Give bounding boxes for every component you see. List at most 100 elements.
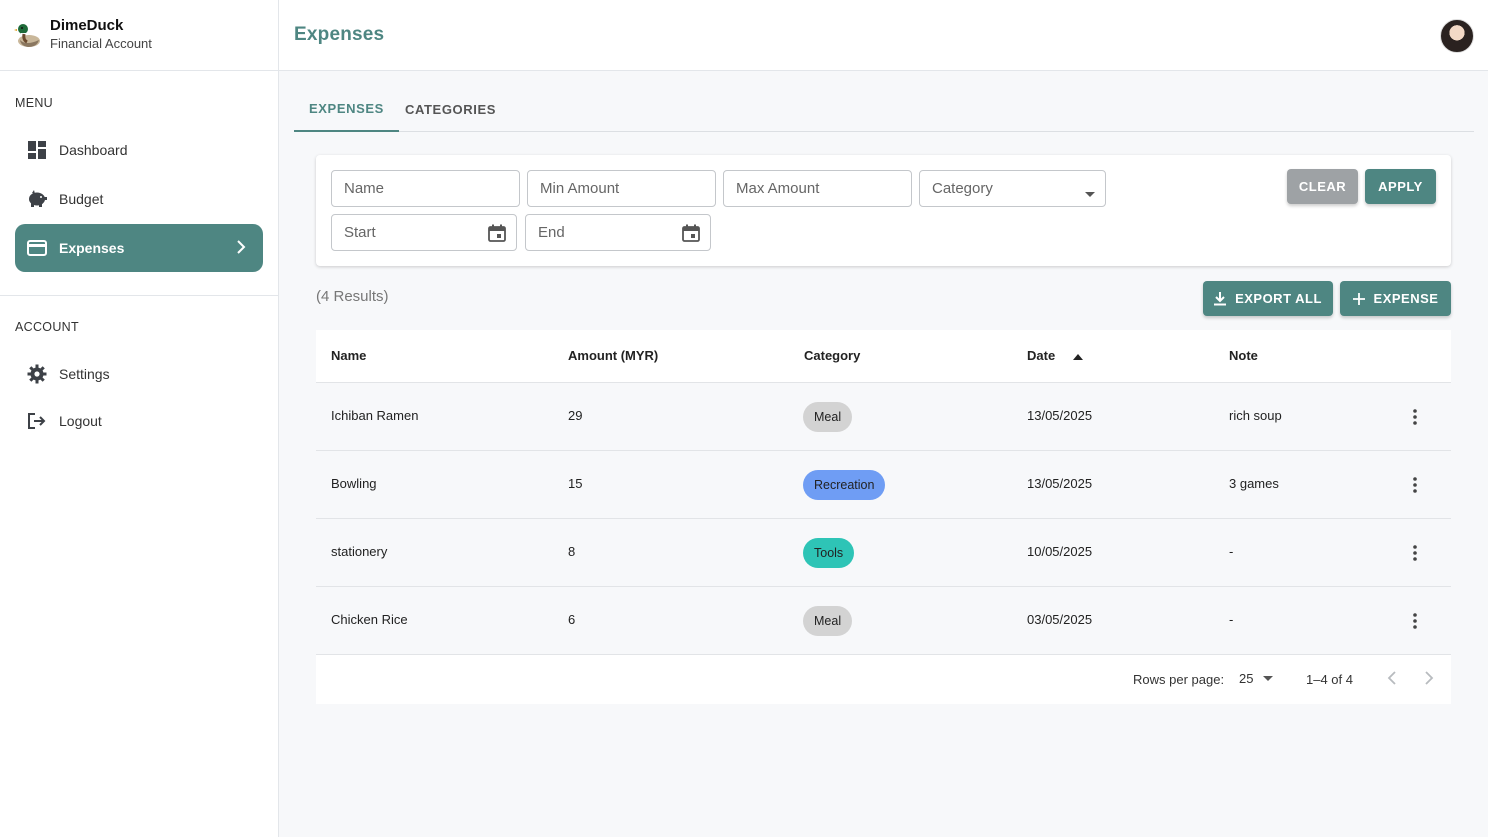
tab-categories[interactable]: CATEGORIES xyxy=(390,86,511,132)
table-row[interactable]: stationery 8 Tools 10/05/2025 - xyxy=(316,519,1451,587)
app-subtitle: Financial Account xyxy=(50,36,152,51)
dropdown-arrow-icon xyxy=(1085,185,1095,202)
category-select[interactable]: Category xyxy=(919,170,1106,207)
sidebar-item-expenses[interactable]: Expenses xyxy=(15,224,263,272)
max-amount-input[interactable]: Max Amount xyxy=(723,170,912,207)
top-bar: Expenses xyxy=(279,0,1488,71)
row-actions-more-icon[interactable] xyxy=(1405,407,1425,427)
brand[interactable]: DimeDuck Financial Account xyxy=(0,0,278,71)
sidebar-item-dashboard[interactable]: Dashboard xyxy=(15,126,263,174)
expense-name: Chicken Rice xyxy=(331,612,408,627)
expense-date: 03/05/2025 xyxy=(1027,612,1093,627)
avatar[interactable] xyxy=(1440,19,1474,53)
rows-per-page-select[interactable]: 25 xyxy=(1239,671,1274,686)
gear-icon xyxy=(27,364,47,384)
table-row[interactable]: Ichiban Ramen 29 Meal 13/05/2025 rich so… xyxy=(316,383,1451,451)
export-all-label: EXPORT ALL xyxy=(1235,291,1322,306)
rows-per-page-label: Rows per page: xyxy=(1133,672,1225,687)
table-row[interactable]: Bowling 15 Recreation 13/05/2025 3 games xyxy=(316,451,1451,519)
table-header-row: Name Amount (MYR) Category Date Note xyxy=(316,330,1451,383)
tab-bar: EXPENSES CATEGORIES xyxy=(294,86,1474,132)
column-header-date[interactable]: Date xyxy=(1027,348,1083,363)
end-date-placeholder: End xyxy=(538,224,565,241)
table-row[interactable]: Chicken Rice 6 Meal 03/05/2025 - xyxy=(316,587,1451,655)
account-section-label: ACCOUNT xyxy=(15,320,79,334)
filter-panel: Name Min Amount Max Amount Category Star… xyxy=(316,155,1451,266)
dashboard-icon xyxy=(27,140,47,160)
expenses-table: Name Amount (MYR) Category Date Note Ich… xyxy=(316,330,1451,704)
expense-note: - xyxy=(1229,544,1234,559)
category-chip: Recreation xyxy=(803,470,886,500)
sidebar-item-settings[interactable]: Settings xyxy=(15,350,263,398)
min-amount-placeholder: Min Amount xyxy=(540,180,620,197)
chevron-right-icon xyxy=(235,239,247,258)
expense-note: rich soup xyxy=(1229,408,1282,423)
sidebar-item-label: Settings xyxy=(59,366,110,382)
sort-ascending-icon xyxy=(1072,354,1083,360)
dropdown-arrow-icon xyxy=(1263,676,1274,681)
sidebar-item-label: Logout xyxy=(59,413,102,429)
row-actions-more-icon[interactable] xyxy=(1405,543,1425,563)
add-expense-button[interactable]: EXPENSE xyxy=(1340,281,1451,316)
apply-filters-button[interactable]: APPLY xyxy=(1365,169,1436,204)
row-actions-more-icon[interactable] xyxy=(1405,475,1425,495)
column-header-note[interactable]: Note xyxy=(1229,348,1258,363)
sidebar-item-logout[interactable]: Logout xyxy=(15,397,263,445)
previous-page-icon[interactable] xyxy=(1387,671,1397,688)
sidebar-divider xyxy=(0,295,278,296)
name-filter-input[interactable]: Name xyxy=(331,170,520,207)
end-date-input[interactable]: End xyxy=(525,214,711,251)
rows-per-page-value: 25 xyxy=(1239,671,1254,686)
column-header-category[interactable]: Category xyxy=(804,348,860,363)
next-page-icon[interactable] xyxy=(1424,671,1434,688)
name-filter-placeholder: Name xyxy=(344,180,385,197)
start-date-input[interactable]: Start xyxy=(331,214,517,251)
calendar-icon[interactable] xyxy=(488,224,506,246)
category-chip: Meal xyxy=(803,402,853,432)
expense-amount: 6 xyxy=(568,612,576,627)
clear-filters-button[interactable]: CLEAR xyxy=(1287,169,1358,204)
column-header-amount[interactable]: Amount (MYR) xyxy=(568,348,658,363)
calendar-icon[interactable] xyxy=(682,224,700,246)
tab-expenses[interactable]: EXPENSES xyxy=(294,86,399,132)
expense-name: Bowling xyxy=(331,476,377,491)
expense-date: 10/05/2025 xyxy=(1027,544,1093,559)
expense-amount: 8 xyxy=(568,544,576,559)
download-icon xyxy=(1214,291,1227,306)
piggy-bank-icon xyxy=(27,189,47,209)
category-chip: Meal xyxy=(803,606,853,636)
menu-section-label: MENU xyxy=(15,96,54,110)
column-header-name[interactable]: Name xyxy=(331,348,366,363)
expense-note: 3 games xyxy=(1229,476,1279,491)
expense-date: 13/05/2025 xyxy=(1027,476,1093,491)
sidebar-item-label: Dashboard xyxy=(59,142,128,158)
sidebar-item-label: Expenses xyxy=(59,240,125,256)
pagination-range: 1–4 of 4 xyxy=(1306,672,1353,687)
row-actions-more-icon[interactable] xyxy=(1405,611,1425,631)
expense-amount: 15 xyxy=(568,476,583,491)
logout-icon xyxy=(27,411,47,431)
min-amount-input[interactable]: Min Amount xyxy=(527,170,716,207)
start-date-placeholder: Start xyxy=(344,224,376,241)
column-header-date-label: Date xyxy=(1027,348,1056,363)
expense-amount: 29 xyxy=(568,408,583,423)
plus-icon xyxy=(1352,292,1365,305)
max-amount-placeholder: Max Amount xyxy=(736,180,820,197)
table-pagination: Rows per page: 25 1–4 of 4 xyxy=(316,655,1451,704)
sidebar-item-label: Budget xyxy=(59,191,104,207)
export-all-button[interactable]: EXPORT ALL xyxy=(1203,281,1333,316)
expense-name: Ichiban Ramen xyxy=(331,408,419,423)
results-count: (4 Results) xyxy=(316,288,389,305)
category-chip: Tools xyxy=(803,538,855,568)
page-title: Expenses xyxy=(294,24,385,45)
add-expense-label: EXPENSE xyxy=(1373,291,1439,306)
credit-card-icon xyxy=(27,238,47,258)
expense-name: stationery xyxy=(331,544,388,559)
app-name: DimeDuck xyxy=(50,17,124,34)
sidebar: DimeDuck Financial Account MENU Dashboar… xyxy=(0,0,279,837)
sidebar-item-budget[interactable]: Budget xyxy=(15,175,263,223)
expense-note: - xyxy=(1229,612,1234,627)
category-select-placeholder: Category xyxy=(932,180,993,197)
expense-date: 13/05/2025 xyxy=(1027,408,1093,423)
duck-logo-icon xyxy=(14,24,40,47)
